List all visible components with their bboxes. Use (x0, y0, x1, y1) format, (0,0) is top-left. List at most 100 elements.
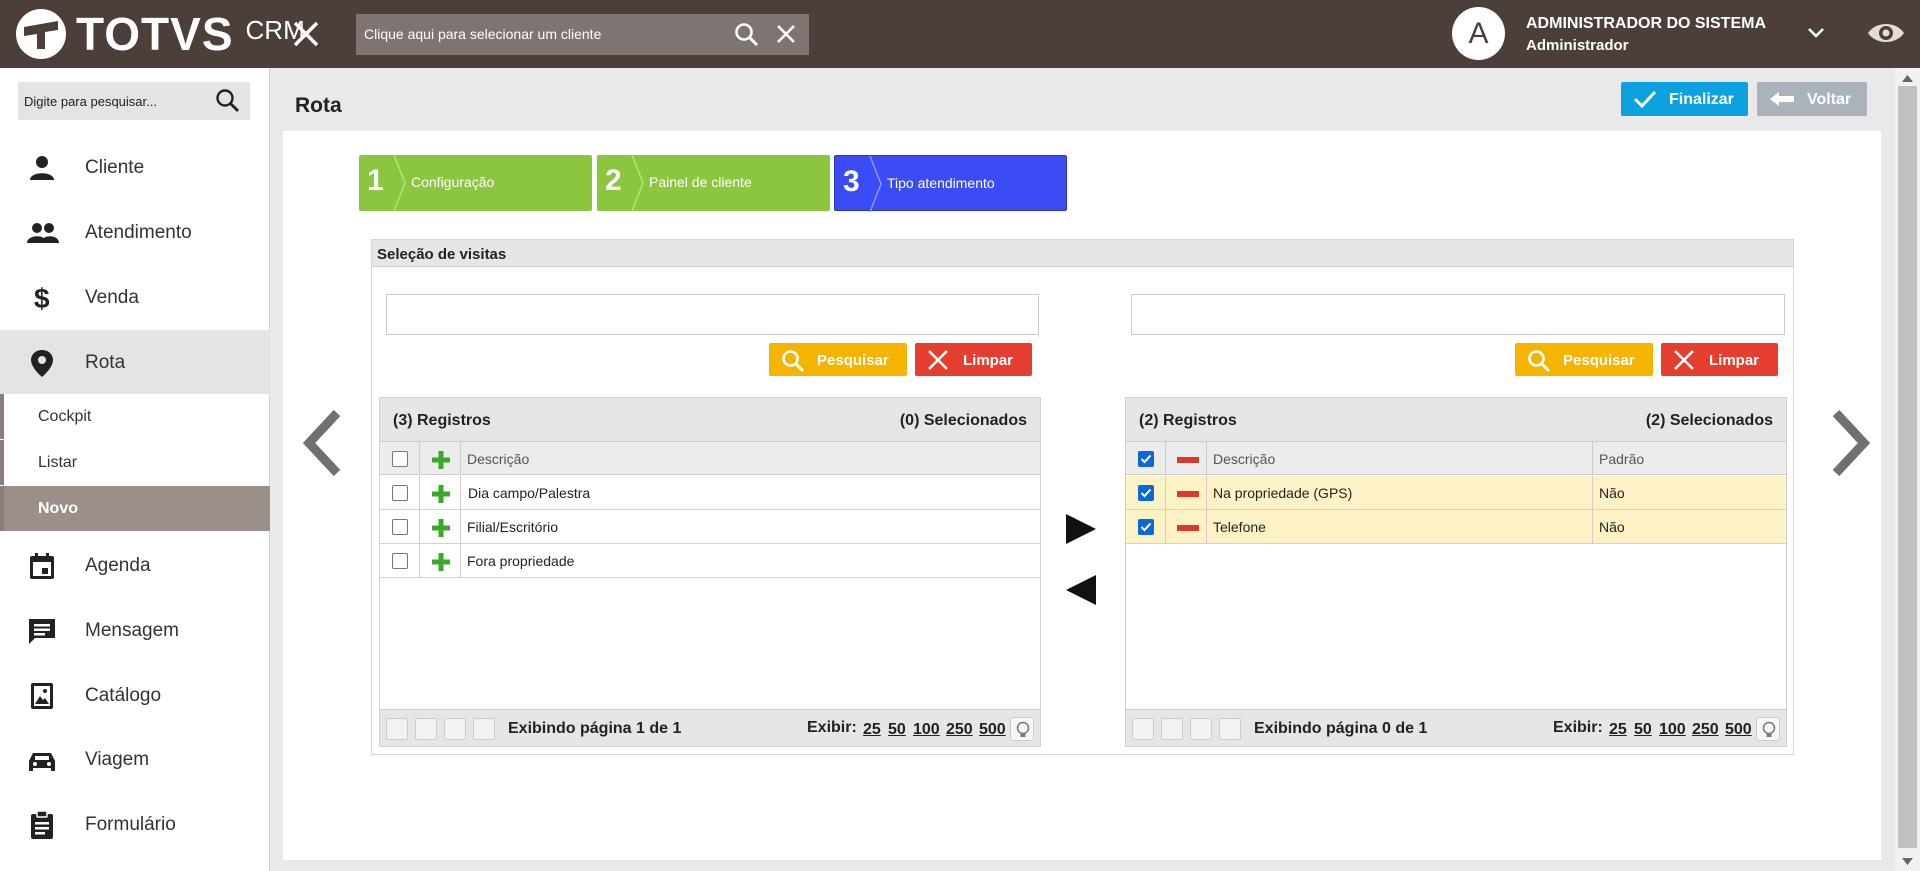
page-size-option[interactable]: 50 (888, 721, 906, 739)
prev-page-icon[interactable] (415, 718, 437, 740)
right-search-input[interactable] (1131, 294, 1785, 335)
brand-name: TOTVS (76, 8, 234, 60)
table-row[interactable]: Telefone Não (1126, 510, 1786, 544)
left-search-button[interactable]: Pesquisar (769, 343, 907, 376)
sidebar-subitem-cockpit[interactable]: Cockpit (0, 394, 270, 439)
select-all-checkbox[interactable] (392, 451, 408, 467)
add-icon[interactable] (431, 484, 451, 504)
first-page-icon[interactable] (386, 718, 408, 740)
client-search-placeholder: Clique aqui para selecionar um cliente (364, 26, 602, 42)
page-size-option[interactable]: 250 (1692, 721, 1719, 739)
scroll-down-icon[interactable] (1902, 858, 1913, 866)
first-page-icon[interactable] (1132, 718, 1154, 740)
add-icon[interactable] (431, 518, 451, 538)
page-size-option[interactable]: 100 (913, 721, 940, 739)
row-checkbox[interactable] (1138, 519, 1154, 535)
table-row[interactable]: Dia campo/Palestra (380, 476, 1040, 510)
sidebar-item-label: Venda (85, 287, 139, 308)
top-bar: TOTVS CRM Clique aqui para selecionar um… (0, 0, 1920, 68)
last-page-icon[interactable] (473, 718, 495, 740)
close-menu-icon[interactable] (292, 20, 320, 48)
add-icon[interactable] (431, 552, 451, 572)
sidebar-item-agenda[interactable]: Agenda (0, 533, 270, 597)
sidebar-item-rota[interactable]: Rota (0, 330, 270, 394)
page-size-option[interactable]: 50 (1634, 721, 1652, 739)
right-search-button[interactable]: Pesquisar (1515, 343, 1653, 376)
sidebar-item-venda[interactable]: $ Venda (0, 265, 270, 329)
next-page-icon[interactable] (1190, 718, 1212, 740)
left-search-input[interactable] (386, 294, 1039, 335)
sidebar-item-viagem[interactable]: Viagem (0, 727, 270, 791)
finish-button[interactable]: Finalizar (1621, 82, 1748, 116)
step-label: Configuração (411, 174, 495, 190)
show-label: Exibir: (807, 719, 857, 736)
last-page-icon[interactable] (1219, 718, 1241, 740)
search-icon[interactable] (215, 88, 241, 114)
page-size-option[interactable]: 100 (1659, 721, 1686, 739)
user-name[interactable]: ADMINISTRADOR DO SISTEMA (1526, 15, 1766, 33)
column-header-padrao[interactable]: Padrão (1599, 451, 1644, 467)
sidebar-item-cliente[interactable]: Cliente (0, 135, 270, 199)
totvs-logo[interactable]: TOTVS CRM (14, 7, 305, 61)
user-role: Administrador (1526, 37, 1629, 54)
move-left-arrow-icon[interactable] (1064, 573, 1098, 607)
sidebar-item-formulario[interactable]: Formulário (0, 792, 270, 856)
row-checkbox[interactable] (392, 553, 408, 569)
row-checkbox[interactable] (392, 519, 408, 535)
lightbulb-icon[interactable] (1756, 717, 1780, 741)
totvs-logo-icon (16, 9, 66, 59)
page-size-option[interactable]: 250 (946, 721, 973, 739)
row-checkbox[interactable] (392, 485, 408, 501)
remove-icon[interactable] (1177, 518, 1199, 538)
client-search-field[interactable]: Clique aqui para selecionar um cliente (356, 14, 809, 55)
step-tipo-atendimento[interactable]: 3 Tipo atendimento (834, 155, 1067, 212)
step-divider-icon (869, 156, 882, 212)
sidebar-subitem-listar[interactable]: Listar (0, 440, 270, 485)
prev-page-icon[interactable] (1161, 718, 1183, 740)
table-row[interactable]: Filial/Escritório (380, 510, 1040, 544)
sidebar-subitem-novo[interactable]: Novo (0, 486, 270, 531)
sidebar-item-label: Catálogo (85, 685, 162, 706)
page-size-option[interactable]: 25 (863, 721, 881, 739)
previous-step-chevron-icon[interactable] (299, 409, 345, 477)
left-clear-button[interactable]: Limpar (915, 343, 1032, 376)
clear-label: Limpar (1709, 352, 1760, 369)
table-row[interactable]: Na propriedade (GPS) Não (1126, 476, 1786, 510)
sidebar-item-catalogo[interactable]: Catálogo (0, 663, 270, 727)
page-size-option[interactable]: 25 (1609, 721, 1627, 739)
right-clear-button[interactable]: Limpar (1661, 343, 1778, 376)
show-label: Exibir: (1553, 719, 1603, 736)
page-scrollbar[interactable] (1895, 68, 1920, 871)
step-configuracao[interactable]: 1 Configuração (359, 155, 592, 211)
page-size-option[interactable]: 500 (1725, 721, 1752, 739)
remove-all-icon[interactable] (1177, 450, 1199, 470)
column-header-descricao[interactable]: Descrição (1213, 451, 1275, 467)
sidebar-item-atendimento[interactable]: Atendimento (0, 200, 270, 264)
clear-client-icon[interactable] (776, 24, 796, 44)
move-right-arrow-icon[interactable] (1064, 512, 1098, 546)
chevron-down-icon[interactable] (1806, 26, 1826, 40)
column-header-descricao[interactable]: Descrição (467, 451, 529, 467)
search-icon[interactable] (734, 22, 760, 48)
add-all-icon[interactable] (431, 450, 451, 470)
avatar[interactable]: A (1452, 7, 1505, 60)
sidebar-item-mensagem[interactable]: Mensagem (0, 598, 270, 662)
scrollbar-thumb[interactable] (1898, 86, 1917, 848)
table-row[interactable]: Fora propriedade (380, 544, 1040, 578)
lightbulb-icon[interactable] (1010, 717, 1034, 741)
step-painel-cliente[interactable]: 2 Painel de cliente (597, 155, 830, 211)
select-all-checkbox[interactable] (1138, 451, 1154, 467)
scroll-up-icon[interactable] (1902, 74, 1913, 82)
calendar-icon (27, 551, 57, 581)
sidebar-search-input[interactable]: Digite para pesquisar... (18, 82, 250, 120)
sidebar-search-placeholder: Digite para pesquisar... (24, 94, 157, 109)
next-step-chevron-icon[interactable] (1828, 409, 1874, 477)
row-checkbox[interactable] (1138, 485, 1154, 501)
row-description: Filial/Escritório (467, 519, 559, 535)
step-divider-icon (631, 155, 644, 211)
page-size-option[interactable]: 500 (979, 721, 1006, 739)
back-button[interactable]: Voltar (1757, 82, 1867, 116)
eye-icon[interactable] (1866, 18, 1906, 48)
remove-icon[interactable] (1177, 484, 1199, 504)
next-page-icon[interactable] (444, 718, 466, 740)
